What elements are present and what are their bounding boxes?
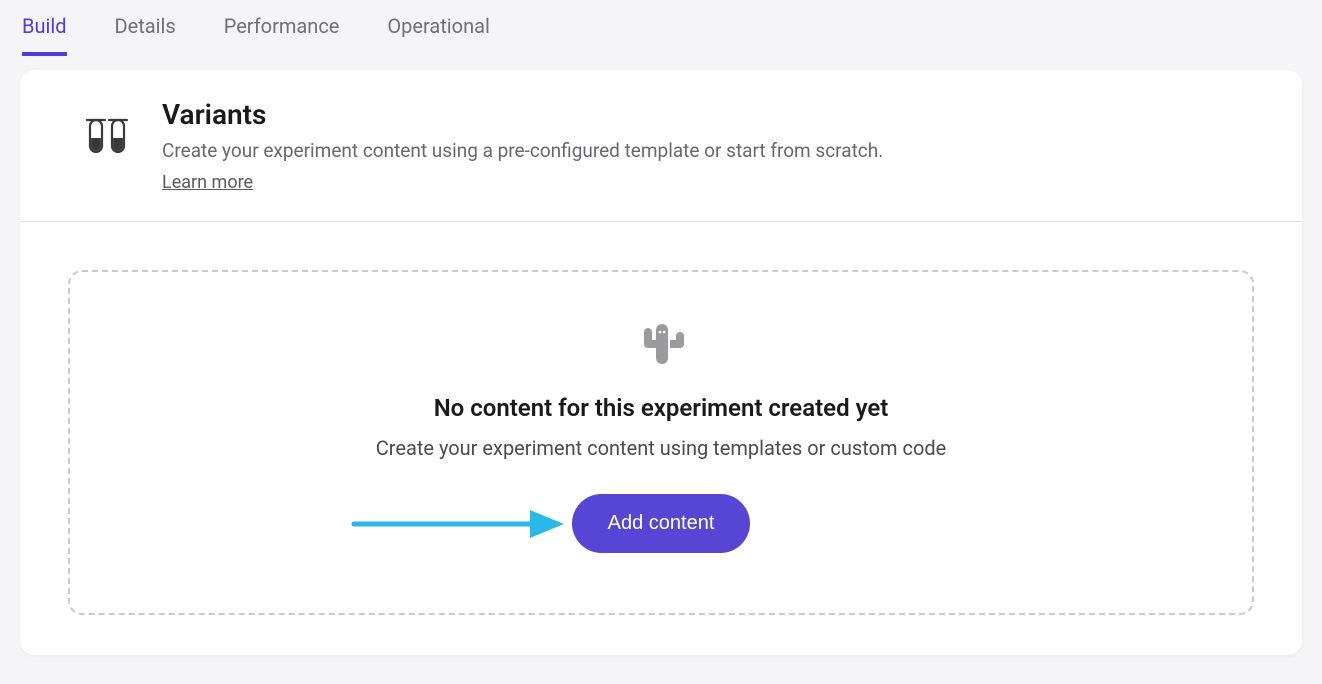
learn-more-link[interactable]: Learn more <box>162 172 253 193</box>
variants-body: No content for this experiment created y… <box>20 222 1302 655</box>
test-tubes-icon <box>60 98 130 160</box>
variants-card: Variants Create your experiment content … <box>20 70 1302 655</box>
variants-header-text: Variants Create your experiment content … <box>162 98 883 193</box>
variants-subtitle: Create your experiment content using a p… <box>162 139 883 162</box>
empty-title: No content for this experiment created y… <box>434 394 889 422</box>
variants-header: Variants Create your experiment content … <box>20 70 1302 222</box>
tab-bar: Build Details Performance Operational <box>0 0 1322 56</box>
tab-build[interactable]: Build <box>22 14 67 56</box>
tab-performance[interactable]: Performance <box>224 14 340 56</box>
empty-state: No content for this experiment created y… <box>68 270 1254 615</box>
tab-details[interactable]: Details <box>115 14 176 56</box>
empty-subtitle: Create your experiment content using tem… <box>376 436 947 460</box>
annotation-arrow-icon <box>350 504 570 544</box>
tab-operational[interactable]: Operational <box>387 14 489 56</box>
variants-title: Variants <box>162 98 883 131</box>
add-content-button[interactable]: Add content <box>572 494 751 553</box>
cactus-icon <box>636 318 686 372</box>
